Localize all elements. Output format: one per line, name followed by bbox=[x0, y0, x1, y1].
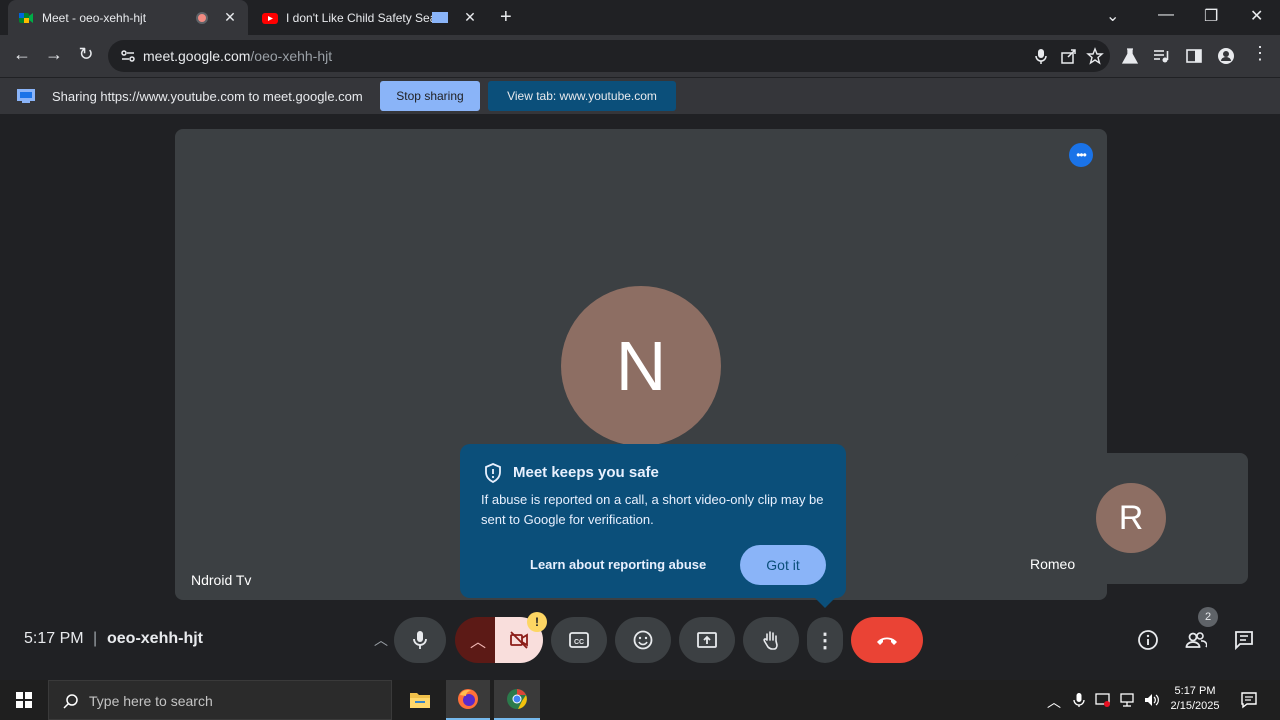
leave-call-button[interactable] bbox=[851, 617, 923, 663]
close-tab-icon[interactable]: ✕ bbox=[222, 9, 238, 26]
safety-popup: Meet keeps you safe If abuse is reported… bbox=[460, 444, 846, 608]
vertical-dots-icon: ⋮ bbox=[815, 629, 835, 652]
clock-date: 2/15/2025 bbox=[1170, 700, 1220, 712]
microphone-in-use-icon[interactable] bbox=[1032, 47, 1050, 65]
svg-text:CC: CC bbox=[574, 639, 584, 646]
participant-name: Romeo bbox=[1030, 556, 1076, 572]
reload-icon[interactable]: ↻ bbox=[74, 44, 98, 65]
microphone-icon bbox=[413, 631, 427, 649]
popup-body: If abuse is reported on a call, a short … bbox=[481, 492, 824, 527]
raise-hand-icon bbox=[763, 631, 778, 650]
browser-toolbar: ← → ↻ meet.google.com/oeo-xehh-hjt ⋮ bbox=[0, 35, 1280, 77]
minimize-icon[interactable]: — bbox=[1158, 6, 1174, 24]
restore-icon[interactable]: ❐ bbox=[1204, 6, 1218, 26]
tab-youtube[interactable]: I don't Like Child Safety Seat ✕ bbox=[252, 0, 488, 35]
warning-badge: ! bbox=[527, 612, 547, 632]
site-settings-icon[interactable] bbox=[120, 48, 136, 64]
tab-title: I don't Like Child Safety Seat bbox=[286, 10, 432, 25]
meet-stage: ••• N Ndroid Tv R Romeo Meet keeps you s… bbox=[0, 115, 1280, 680]
more-options-icon[interactable]: ••• bbox=[1069, 143, 1093, 167]
more-options-button[interactable]: ⋮ bbox=[807, 617, 843, 663]
avatar: N bbox=[561, 286, 721, 446]
sharing-indicator-icon bbox=[432, 12, 448, 23]
shield-icon bbox=[485, 463, 501, 483]
captions-button[interactable]: CC bbox=[551, 617, 607, 663]
sharing-infobar: Sharing https://www.youtube.com to meet.… bbox=[0, 77, 1280, 114]
popup-title: Meet keeps you safe bbox=[513, 464, 659, 481]
url-path: /oeo-xehh-hjt bbox=[250, 48, 333, 64]
people-count-badge: 2 bbox=[1198, 607, 1218, 627]
youtube-favicon-icon bbox=[262, 12, 278, 24]
firefox-icon bbox=[458, 689, 478, 709]
browser-menu-icon[interactable]: ⋮ bbox=[1248, 43, 1272, 64]
recording-indicator-icon bbox=[196, 11, 208, 24]
search-placeholder: Type here to search bbox=[89, 693, 213, 709]
back-icon[interactable]: ← bbox=[10, 44, 34, 65]
windows-taskbar: Type here to search ︿ 5:17 PM 2/15/2025 bbox=[0, 680, 1280, 720]
meet-favicon-icon bbox=[19, 12, 33, 23]
screen: Meet - oeo-xehh-hjt ✕ I don't Like Child… bbox=[0, 0, 1280, 720]
chrome-icon bbox=[507, 689, 527, 709]
taskbar-clock[interactable]: 5:17 PM 2/15/2025 bbox=[1166, 684, 1224, 714]
screen-capture-tray-icon[interactable] bbox=[1095, 692, 1111, 708]
show-hidden-icons-icon[interactable]: ︿ bbox=[1047, 692, 1063, 710]
present-screen-button[interactable] bbox=[679, 617, 735, 663]
clock-time: 5:17 PM bbox=[1174, 685, 1216, 697]
camera-off-icon bbox=[510, 631, 528, 649]
microphone-tray-icon[interactable] bbox=[1071, 692, 1087, 708]
labs-flask-icon[interactable] bbox=[1121, 47, 1139, 65]
screen-share-icon bbox=[17, 89, 35, 103]
file-explorer-app[interactable] bbox=[398, 680, 442, 720]
profile-icon[interactable] bbox=[1217, 47, 1235, 65]
network-icon[interactable] bbox=[1119, 692, 1135, 708]
meeting-code: oeo-xehh-hjt bbox=[107, 630, 203, 647]
raise-hand-button[interactable] bbox=[743, 617, 799, 663]
taskbar-search-input[interactable]: Type here to search bbox=[48, 680, 392, 720]
chrome-app[interactable] bbox=[494, 680, 540, 720]
firefox-app[interactable] bbox=[446, 680, 490, 720]
tab-meet[interactable]: Meet - oeo-xehh-hjt ✕ bbox=[8, 0, 248, 35]
tab-search-chevron-icon[interactable]: ⌄ bbox=[1106, 6, 1119, 26]
reactions-button[interactable] bbox=[615, 617, 671, 663]
side-panel-icon[interactable] bbox=[1185, 47, 1203, 65]
avatar: R bbox=[1096, 483, 1166, 553]
share-page-icon[interactable] bbox=[1060, 47, 1078, 65]
people-icon[interactable] bbox=[1185, 629, 1207, 651]
close-window-icon[interactable]: ✕ bbox=[1250, 6, 1263, 26]
got-it-button[interactable]: Got it bbox=[740, 545, 826, 585]
url-text: meet.google.com/oeo-xehh-hjt bbox=[143, 48, 332, 64]
folder-icon bbox=[410, 693, 430, 708]
sharing-message: Sharing https://www.youtube.com to meet.… bbox=[52, 89, 363, 104]
media-control-icon[interactable] bbox=[1152, 47, 1170, 65]
participant-tile-self: R Romeo bbox=[1014, 453, 1248, 584]
tab-strip: Meet - oeo-xehh-hjt ✕ I don't Like Child… bbox=[0, 0, 1280, 35]
url-host: meet.google.com bbox=[143, 48, 251, 64]
emoji-icon bbox=[633, 630, 653, 650]
present-screen-icon bbox=[697, 632, 717, 648]
participant-name: Ndroid Tv bbox=[191, 572, 252, 588]
new-tab-button[interactable]: + bbox=[500, 6, 512, 29]
hang-up-icon bbox=[877, 637, 897, 645]
popup-arrow bbox=[815, 598, 835, 608]
bookmark-star-icon[interactable] bbox=[1086, 47, 1104, 65]
tab-title: Meet - oeo-xehh-hjt bbox=[42, 10, 147, 25]
windows-start-icon[interactable] bbox=[16, 692, 32, 708]
learn-reporting-link[interactable]: Learn about reporting abuse bbox=[530, 557, 706, 572]
forward-icon[interactable]: → bbox=[42, 44, 66, 65]
address-bar[interactable]: meet.google.com/oeo-xehh-hjt bbox=[108, 40, 1110, 72]
chevron-up-icon: ︿ bbox=[469, 634, 486, 651]
close-tab-icon[interactable]: ✕ bbox=[462, 9, 478, 26]
search-icon bbox=[63, 694, 78, 709]
divider: | bbox=[93, 630, 98, 647]
chat-icon[interactable] bbox=[1233, 629, 1255, 651]
notifications-icon[interactable] bbox=[1240, 691, 1258, 709]
volume-icon[interactable] bbox=[1143, 692, 1159, 708]
view-tab-button[interactable]: View tab: www.youtube.com bbox=[488, 81, 676, 111]
stop-sharing-button[interactable]: Stop sharing bbox=[380, 81, 480, 111]
meeting-time: 5:17 PM bbox=[24, 630, 84, 647]
microphone-button[interactable] bbox=[394, 617, 446, 663]
closed-captions-icon: CC bbox=[569, 632, 589, 648]
meeting-details-icon[interactable] bbox=[1137, 629, 1159, 651]
